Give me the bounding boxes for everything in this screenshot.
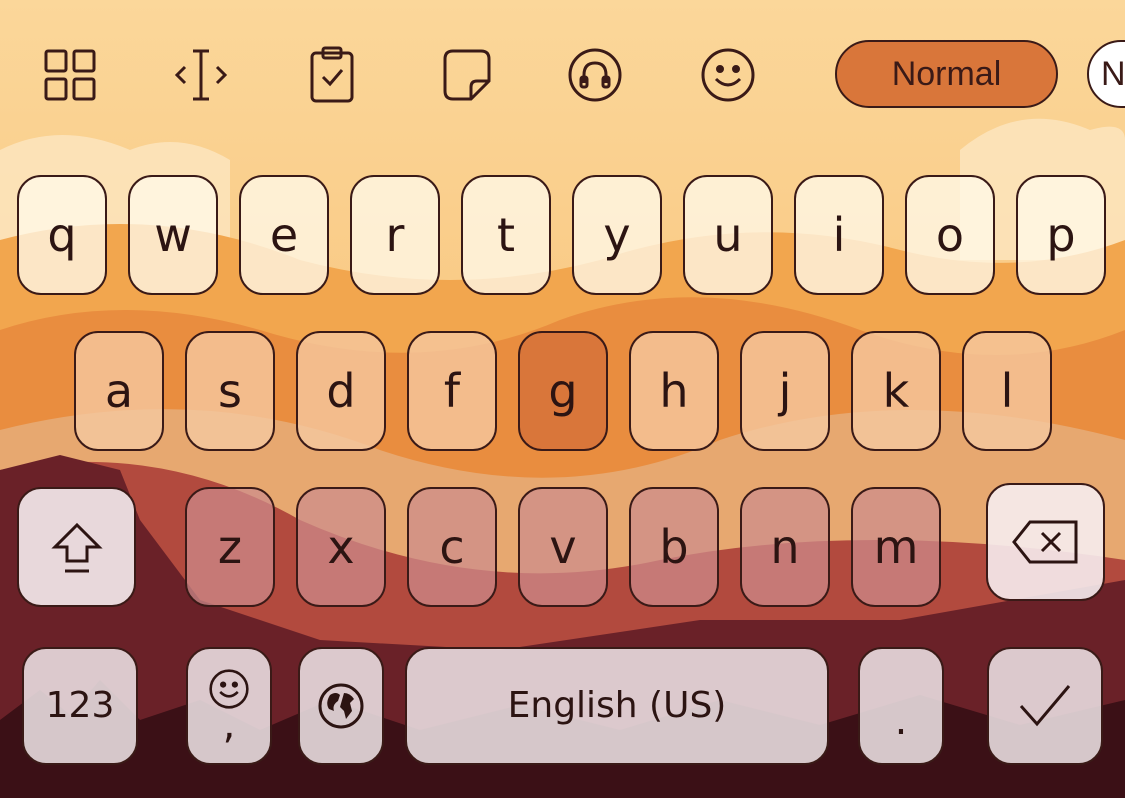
key-p[interactable]: p <box>1016 175 1106 295</box>
comma-label: , <box>222 702 236 748</box>
text-cursor-button[interactable] <box>166 40 236 110</box>
key-z[interactable]: z <box>185 487 275 607</box>
mode-label: Normal <box>891 54 1002 93</box>
emoji-button[interactable] <box>693 40 763 110</box>
key-x[interactable]: x <box>296 487 386 607</box>
key-o[interactable]: o <box>905 175 995 295</box>
backspace-key[interactable] <box>986 483 1105 601</box>
period-label: . <box>894 698 908 744</box>
key-v[interactable]: v <box>518 487 608 607</box>
key-t[interactable]: t <box>461 175 551 295</box>
period-key[interactable]: . <box>858 647 944 765</box>
key-y[interactable]: y <box>572 175 662 295</box>
globe-key[interactable] <box>298 647 384 765</box>
apps-grid-icon <box>44 49 96 101</box>
checkmark-icon <box>1019 685 1071 727</box>
numbers-key[interactable]: 123 <box>22 647 138 765</box>
shift-key[interactable] <box>17 487 136 607</box>
emoji-comma-key[interactable]: , <box>186 647 272 765</box>
headset-button[interactable] <box>560 40 630 110</box>
mode-normal-pill[interactable]: Normal <box>835 40 1058 108</box>
backspace-icon <box>1011 520 1077 564</box>
apps-grid-button[interactable] <box>35 40 105 110</box>
shift-arrow-icon <box>50 522 103 573</box>
key-f[interactable]: f <box>407 331 497 451</box>
key-q[interactable]: q <box>17 175 107 295</box>
key-i[interactable]: i <box>794 175 884 295</box>
headset-icon <box>568 48 622 102</box>
text-cursor-icon <box>174 49 228 101</box>
globe-icon <box>318 683 364 729</box>
sticky-note-button[interactable] <box>430 40 500 110</box>
next-mode-label: N <box>1101 54 1125 93</box>
space-key[interactable]: English (US) <box>405 647 829 765</box>
space-key-label: English (US) <box>507 685 727 726</box>
key-m[interactable]: m <box>851 487 941 607</box>
key-a[interactable]: a <box>74 331 164 451</box>
key-b[interactable]: b <box>629 487 719 607</box>
clipboard-button[interactable] <box>297 40 367 110</box>
key-r[interactable]: r <box>350 175 440 295</box>
emoji-smile-icon <box>701 48 755 102</box>
key-s[interactable]: s <box>185 331 275 451</box>
enter-check-key[interactable] <box>987 647 1103 765</box>
key-g[interactable]: g <box>518 331 608 451</box>
clipboard-icon <box>310 46 354 103</box>
numbers-key-label: 123 <box>45 685 115 726</box>
key-j[interactable]: j <box>740 331 830 451</box>
sticky-note-icon <box>443 49 491 101</box>
key-c[interactable]: c <box>407 487 497 607</box>
key-u[interactable]: u <box>683 175 773 295</box>
key-w[interactable]: w <box>128 175 218 295</box>
key-d[interactable]: d <box>296 331 386 451</box>
key-n[interactable]: n <box>740 487 830 607</box>
key-l[interactable]: l <box>962 331 1052 451</box>
key-e[interactable]: e <box>239 175 329 295</box>
key-h[interactable]: h <box>629 331 719 451</box>
key-k[interactable]: k <box>851 331 941 451</box>
